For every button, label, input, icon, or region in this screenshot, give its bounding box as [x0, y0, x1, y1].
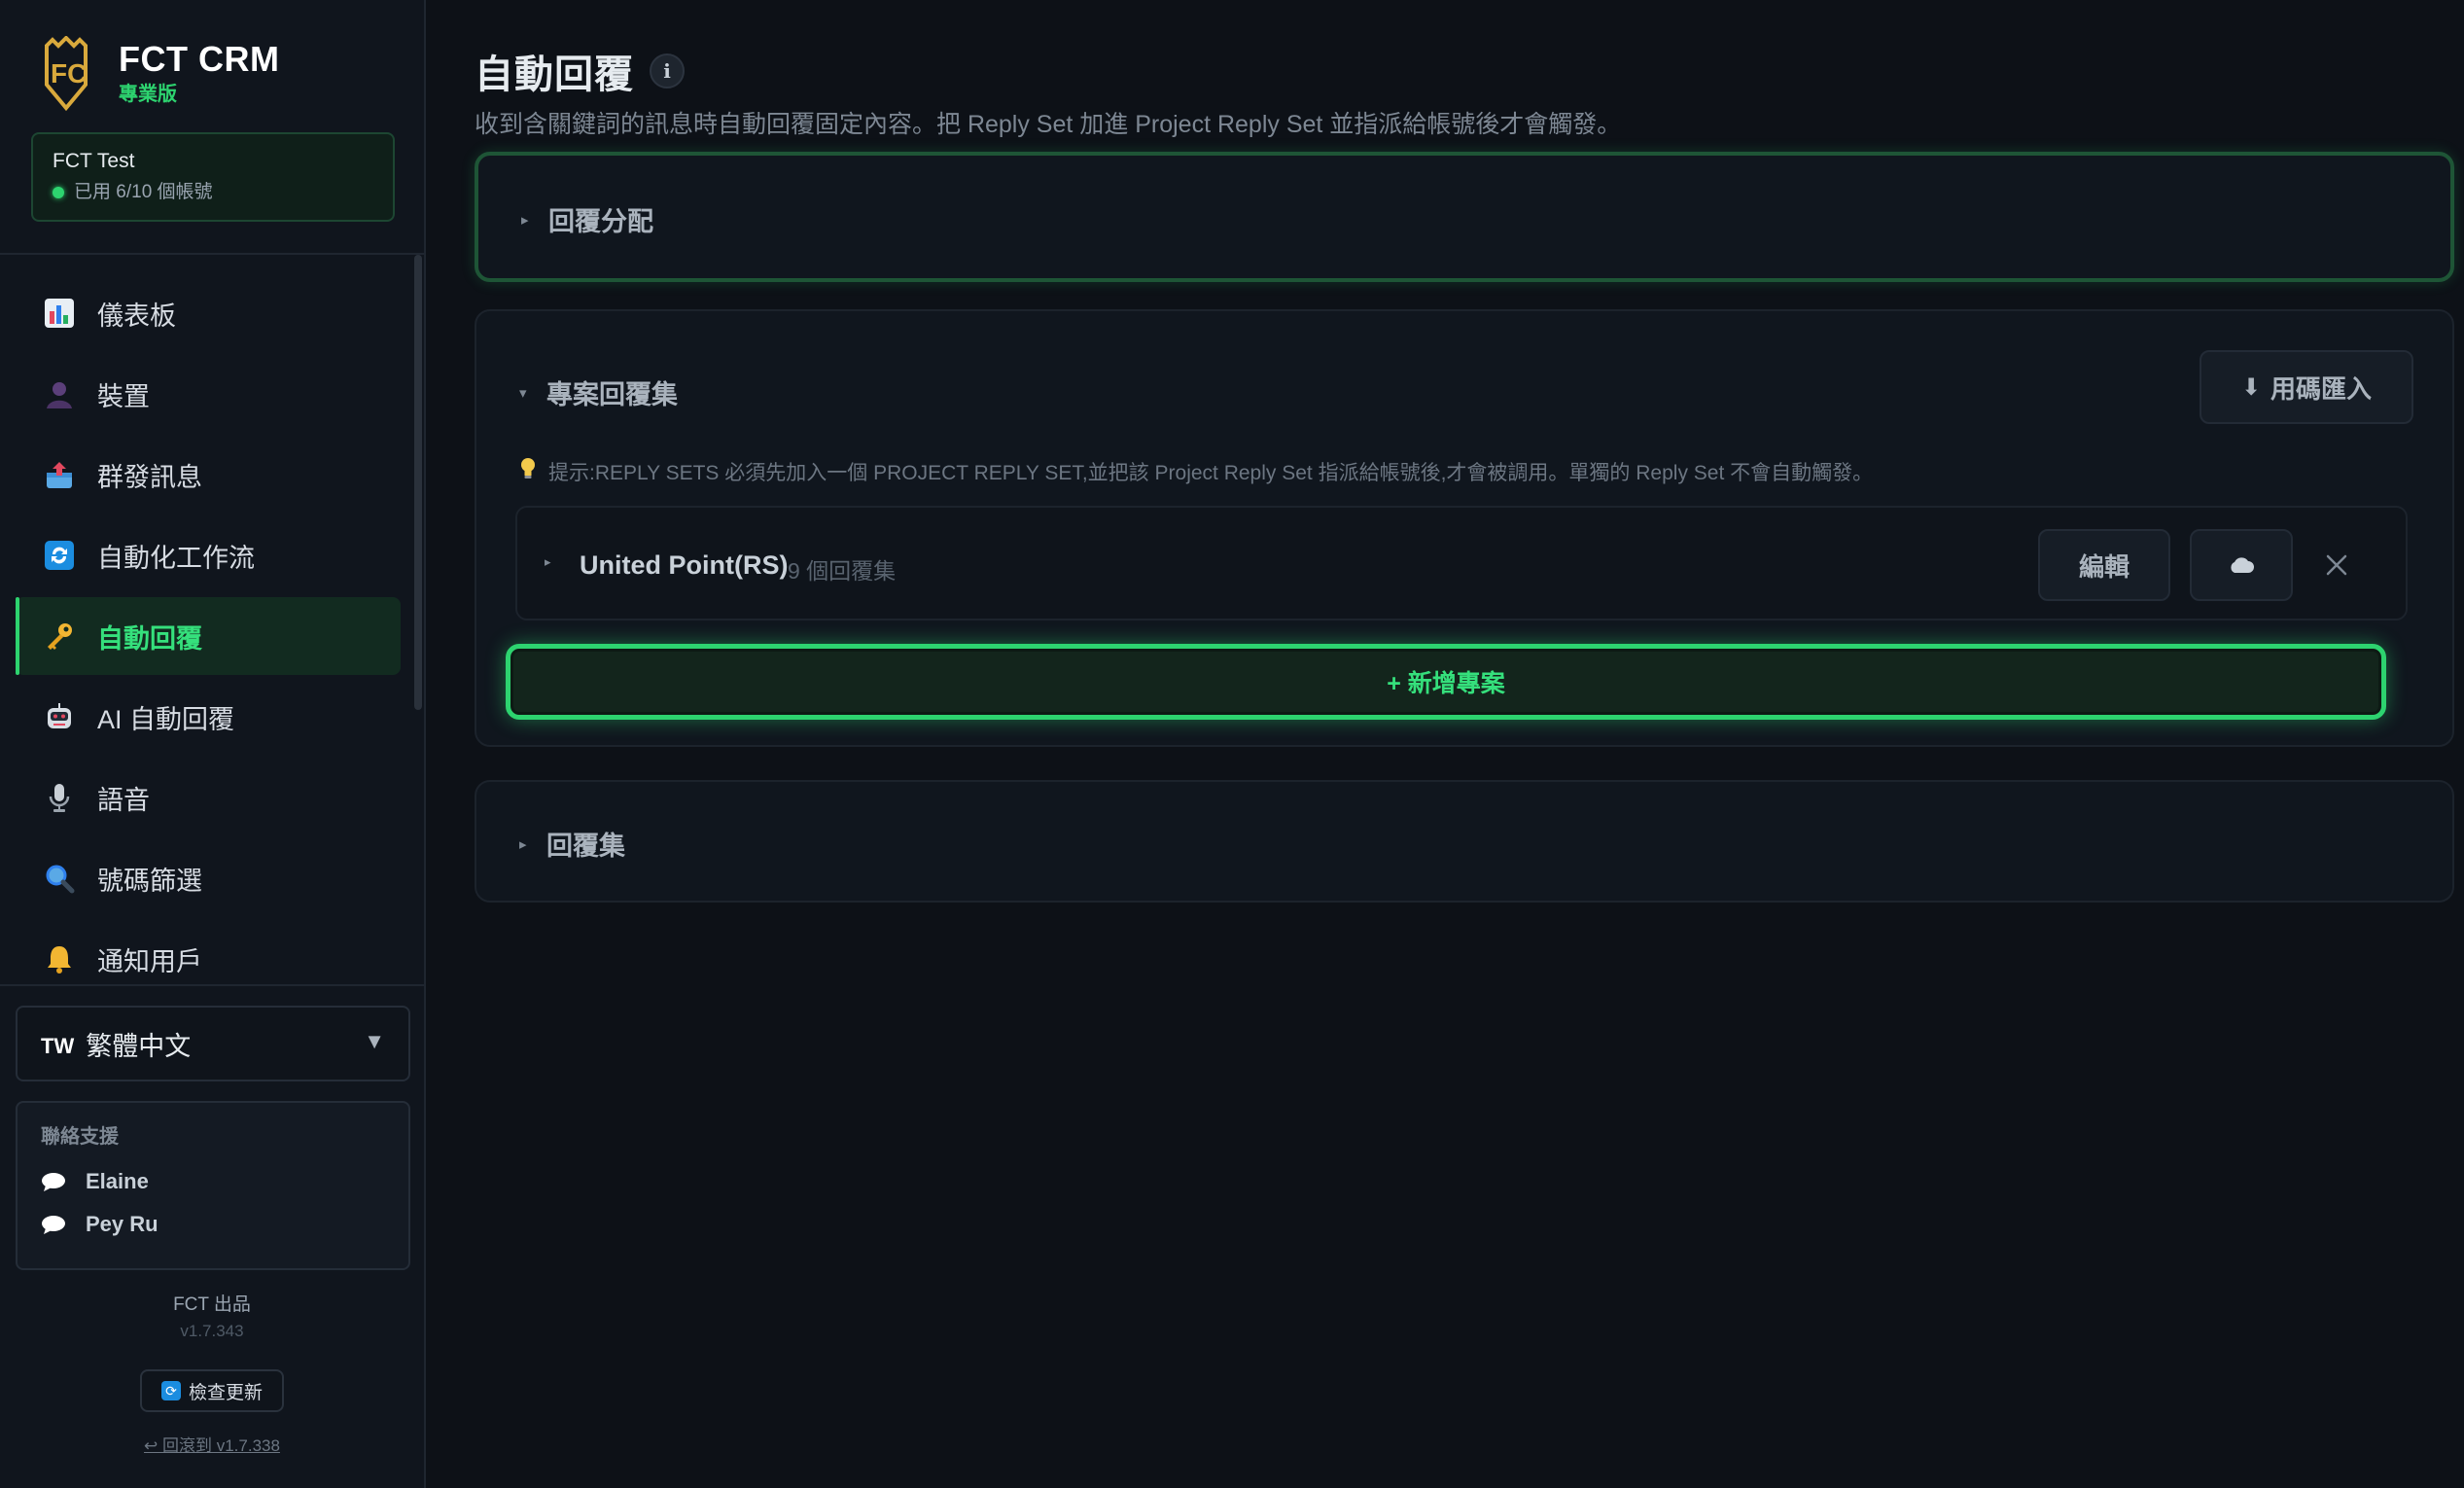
- support-card: 聯絡支援 Elaine Pey Ru: [16, 1101, 410, 1270]
- hint: 提示:REPLY SETS 必須先加入一個 PROJECT REPLY SET,…: [519, 457, 1873, 486]
- reply-assignment-panel: ▸ 回覆分配: [475, 152, 2454, 282]
- support-contact-name: Pey Ru: [86, 1212, 158, 1236]
- chat-bubble-icon: [42, 1173, 65, 1191]
- account-name: FCT Test: [53, 150, 135, 172]
- sidebar-scrollbar[interactable]: [414, 255, 422, 710]
- caret-right-icon: ▸: [521, 211, 529, 229]
- divider: [0, 253, 424, 255]
- reply-assignment-toggle[interactable]: ▸ 回覆分配: [521, 200, 653, 238]
- language-select[interactable]: TW 繁體中文 ▼: [16, 1006, 410, 1081]
- fc-shield-logo: FC: [45, 36, 88, 112]
- reply-sets-toggle[interactable]: ▸ 回覆集: [519, 825, 625, 863]
- panel-title: 回覆集: [546, 832, 625, 861]
- project-reply-set-count: 9 個回覆集: [788, 558, 897, 584]
- reply-sets-panel: ▸ 回覆集: [475, 780, 2454, 903]
- svg-text:FC: FC: [51, 58, 87, 89]
- chat-bubble-icon: [42, 1216, 65, 1234]
- sidebar-item-workflow[interactable]: 自動化工作流: [16, 516, 401, 594]
- brand-name: FCT CRM: [119, 39, 280, 79]
- add-project-button[interactable]: + 新增專案: [506, 644, 2386, 720]
- account-card[interactable]: FCT Test 已用 6/10 個帳號: [31, 132, 395, 222]
- user-silhouette-icon: [43, 377, 76, 410]
- sidebar-item-label: 儀表板: [97, 301, 176, 331]
- brand-edition: 專業版: [119, 84, 177, 105]
- panel-title: 專案回覆集: [546, 380, 678, 409]
- cloud-icon: [2231, 557, 2254, 573]
- sidebar-item-label: AI 自動回覆: [97, 704, 235, 734]
- sidebar-nav: 儀表板 裝置 群發訊息 自動化工作流 自動回覆 AI 自動回覆 語音 號碼篩選 …: [16, 274, 401, 984]
- account-usage-text: 已用 6/10 個帳號: [74, 182, 213, 202]
- bell-icon: [43, 942, 76, 975]
- sidebar-item-broadcast[interactable]: 群發訊息: [16, 436, 401, 514]
- sidebar-item-notify-users[interactable]: 通知用戶: [16, 920, 401, 984]
- sidebar-item-dashboard[interactable]: 儀表板: [16, 274, 401, 352]
- language-flag: TW: [41, 1034, 75, 1058]
- sidebar-item-label: 號碼篩選: [97, 866, 202, 896]
- lightbulb-icon: [519, 457, 537, 486]
- sidebar: FC FCT CRM 專業版 FCT Test 已用 6/10 個帳號 儀表板: [0, 0, 426, 1488]
- online-status-icon: [53, 187, 64, 198]
- support-title: 聯絡支援: [41, 1126, 119, 1148]
- edit-project-button[interactable]: 編輯: [2038, 529, 2170, 601]
- refresh-icon: ⟳: [160, 1381, 181, 1400]
- microphone-icon: [43, 781, 76, 814]
- main-content: 自動回覆 i 收到含關鍵詞的訊息時自動回覆固定內容。把 Reply Set 加進…: [426, 0, 2464, 1488]
- support-contact-name: Elaine: [86, 1169, 149, 1193]
- rollback-link[interactable]: ↩ 回滾到 v1.7.338: [0, 1432, 424, 1456]
- sidebar-item-auto-reply[interactable]: 自動回覆: [16, 597, 401, 675]
- sidebar-item-number-filter[interactable]: 號碼篩選: [16, 839, 401, 917]
- panel-title: 回覆分配: [548, 207, 653, 236]
- check-update-label: 檢查更新: [188, 1382, 263, 1403]
- caret-right-icon[interactable]: ▸: [545, 554, 564, 570]
- delete-project-button[interactable]: [2312, 541, 2361, 589]
- info-icon[interactable]: i: [650, 53, 685, 89]
- divider: [0, 984, 424, 986]
- footer-brand: FCT 出品: [173, 1294, 251, 1315]
- page-subtitle: 收到含關鍵詞的訊息時自動回覆固定內容。把 Reply Set 加進 Projec…: [475, 111, 1622, 138]
- sidebar-item-label: 自動回覆: [97, 623, 202, 654]
- project-name[interactable]: United Point(RS): [580, 550, 788, 581]
- support-contact-elaine[interactable]: Elaine: [41, 1167, 385, 1196]
- sidebar-footer: FCT 出品 v1.7.343 ⟳ 檢查更新 ↩ 回滾到 v1.7.338: [0, 1292, 424, 1456]
- refresh-arrows-icon: [43, 539, 76, 572]
- language-label: 繁體中文: [86, 1031, 192, 1061]
- project-reply-sets-toggle[interactable]: ▾ 專案回覆集: [519, 373, 678, 411]
- page-header: 自動回覆 i: [475, 43, 685, 99]
- bar-chart-icon: [43, 297, 76, 330]
- page-title: 自動回覆: [475, 53, 634, 96]
- download-arrow-icon: ⬇: [2240, 373, 2262, 401]
- sidebar-item-ai-auto-reply[interactable]: AI 自動回覆: [16, 678, 401, 756]
- key-icon: [43, 620, 76, 653]
- add-project-label: + 新增專案: [1387, 670, 1505, 697]
- app-version: v1.7.343: [180, 1322, 244, 1340]
- support-contact-pey-ru[interactable]: Pey Ru: [41, 1210, 385, 1239]
- cloud-upload-button[interactable]: [2190, 529, 2293, 601]
- project-reply-sets-panel: ▾ 專案回覆集 ⬇ 用碼匯入 提示:REPLY SETS 必須先加入一個 PRO…: [475, 309, 2454, 747]
- outbox-tray-icon: [43, 458, 76, 491]
- sidebar-item-label: 群發訊息: [97, 462, 202, 492]
- hint-text: 提示:REPLY SETS 必須先加入一個 PROJECT REPLY SET,…: [548, 462, 1874, 484]
- magnifier-icon: [43, 862, 76, 895]
- robot-icon: [43, 700, 76, 733]
- close-icon: [2326, 554, 2347, 576]
- import-by-code-button[interactable]: ⬇ 用碼匯入: [2200, 350, 2413, 424]
- project-row: ▸ United Point(RS) 9 個回覆集 編輯: [515, 506, 2408, 620]
- caret-down-icon: ▾: [519, 384, 527, 402]
- sidebar-item-voice[interactable]: 語音: [16, 759, 401, 836]
- sidebar-item-label: 語音: [97, 785, 150, 815]
- account-usage: 已用 6/10 個帳號: [53, 179, 373, 206]
- check-update-button[interactable]: ⟳ 檢查更新: [139, 1369, 284, 1412]
- brand: FC FCT CRM 專業版: [39, 35, 279, 113]
- app-window: FC FCT CRM 專業版 FCT Test 已用 6/10 個帳號 儀表板: [0, 0, 2464, 1488]
- sidebar-item-devices[interactable]: 裝置: [16, 355, 401, 433]
- sidebar-item-label: 通知用戶: [97, 946, 202, 976]
- sidebar-item-label: 裝置: [97, 381, 150, 411]
- chevron-down-icon: ▼: [364, 1029, 385, 1053]
- sidebar-item-label: 自動化工作流: [97, 543, 255, 573]
- import-by-code-label: 用碼匯入: [2270, 373, 2373, 404]
- caret-right-icon: ▸: [519, 835, 527, 853]
